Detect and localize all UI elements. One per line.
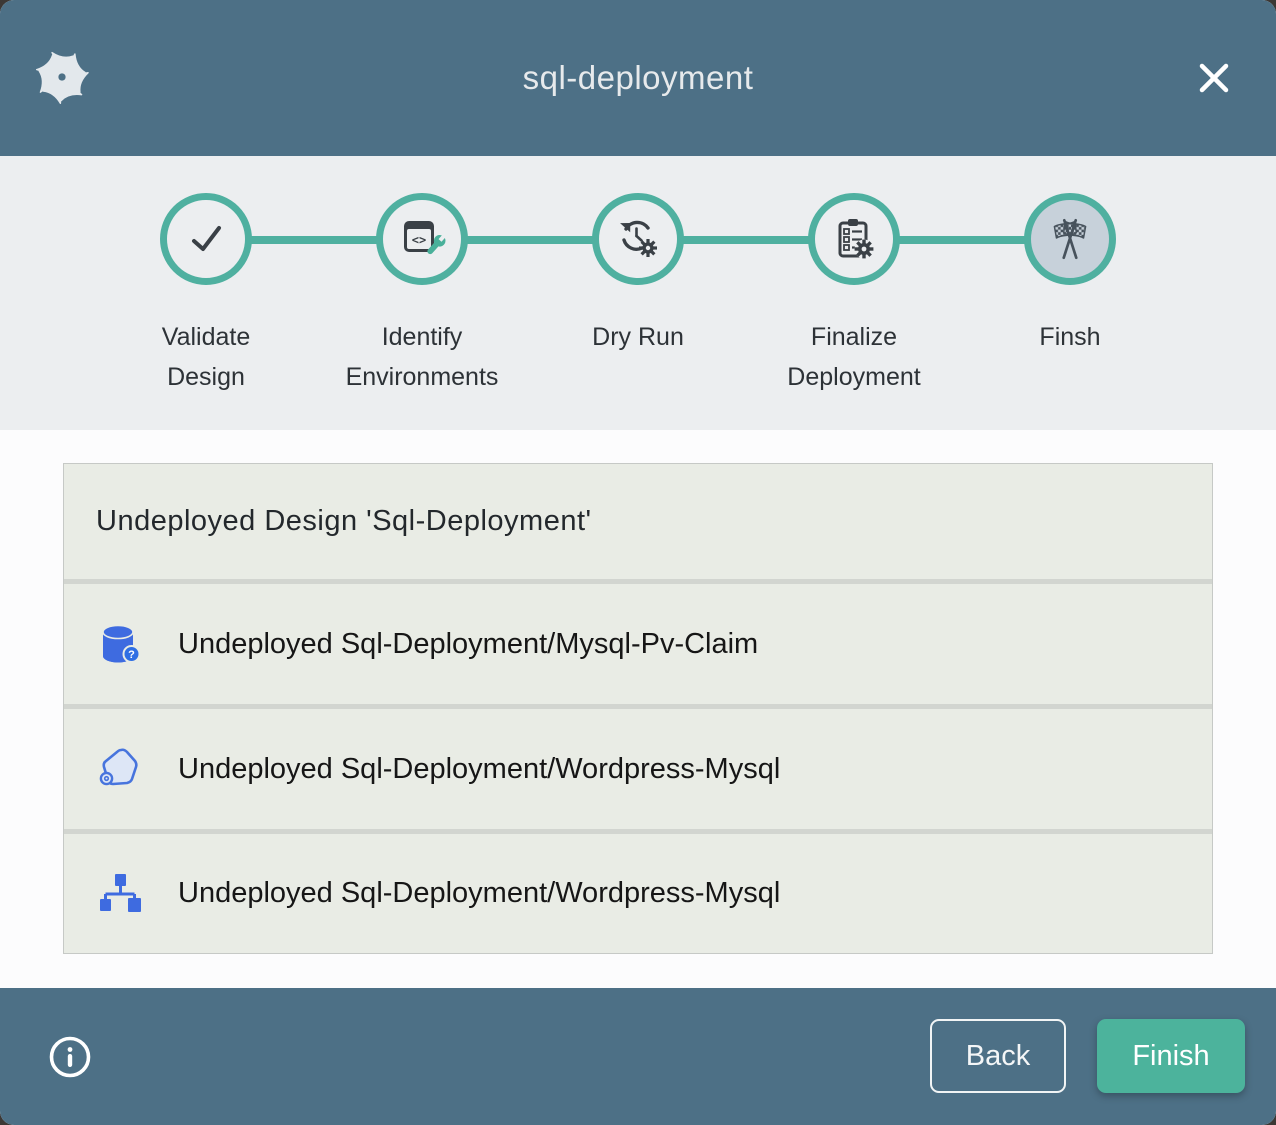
- check-icon: [182, 215, 230, 263]
- finish-button[interactable]: Finish: [1097, 1019, 1245, 1093]
- step-label: Finalize Deployment: [787, 317, 920, 397]
- step-circle-validate-design[interactable]: [160, 193, 252, 285]
- step-label: Validate Design: [162, 317, 251, 397]
- status-content-area: Undeployed Design 'Sql-Deployment' ? Und…: [0, 430, 1276, 988]
- step-label: Identify Environments: [346, 317, 499, 397]
- step-validate-design: Validate Design: [98, 156, 314, 397]
- clipboard-gear-icon: [830, 215, 878, 263]
- database-question-icon: ?: [96, 620, 144, 668]
- step-finalize-deployment: Finalize Deployment: [746, 156, 962, 397]
- wizard-stepper: Validate Design <> Id: [0, 156, 1276, 430]
- svg-text:?: ?: [128, 649, 135, 661]
- step-dry-run: Dry Run: [530, 156, 746, 397]
- dialog-title: sql-deployment: [0, 59, 1276, 97]
- status-text: Undeployed Sql-Deployment/Mysql-Pv-Claim: [178, 628, 758, 661]
- code-wrench-icon: <>: [398, 215, 446, 263]
- pentagon-badge-icon: [96, 745, 144, 793]
- close-icon: [1195, 59, 1233, 97]
- close-button[interactable]: [1192, 56, 1236, 100]
- status-text: Undeployed Sql-Deployment/Wordpress-Mysq…: [178, 877, 780, 910]
- checkered-flags-icon: [1045, 214, 1095, 264]
- status-text: Undeployed Design 'Sql-Deployment': [96, 505, 592, 538]
- step-finish: Finsh: [962, 156, 1178, 397]
- status-text: Undeployed Sql-Deployment/Wordpress-Mysq…: [178, 753, 780, 786]
- step-label: Finsh: [1039, 317, 1100, 357]
- sync-gear-icon: [614, 215, 662, 263]
- step-circle-finish[interactable]: [1024, 193, 1116, 285]
- step-circle-finalize-deployment[interactable]: [808, 193, 900, 285]
- list-item-wordpress-mysql-deployment: Undeployed Sql-Deployment/Wordpress-Mysq…: [64, 834, 1212, 953]
- info-icon: [47, 1034, 93, 1080]
- step-circle-dry-run[interactable]: [592, 193, 684, 285]
- list-item-mysql-pv-claim: ? Undeployed Sql-Deployment/Mysql-Pv-Cla…: [64, 584, 1212, 704]
- sql-deployment-wizard-dialog: sql-deployment Validate Design: [0, 0, 1276, 1125]
- step-label: Dry Run: [592, 317, 684, 357]
- list-item-design: Undeployed Design 'Sql-Deployment': [64, 464, 1212, 579]
- dialog-header: sql-deployment: [0, 0, 1276, 156]
- dialog-footer: Back Finish: [0, 988, 1276, 1125]
- step-circle-identify-environments[interactable]: <>: [376, 193, 468, 285]
- step-identify-environments: <> Identify Environments: [314, 156, 530, 397]
- deployment-status-list: Undeployed Design 'Sql-Deployment' ? Und…: [63, 463, 1213, 954]
- list-item-wordpress-mysql-service: Undeployed Sql-Deployment/Wordpress-Mysq…: [64, 709, 1212, 829]
- info-button[interactable]: [47, 1034, 93, 1080]
- svg-text:<>: <>: [412, 233, 426, 247]
- back-button[interactable]: Back: [930, 1019, 1066, 1093]
- tree-hierarchy-icon: [96, 870, 144, 918]
